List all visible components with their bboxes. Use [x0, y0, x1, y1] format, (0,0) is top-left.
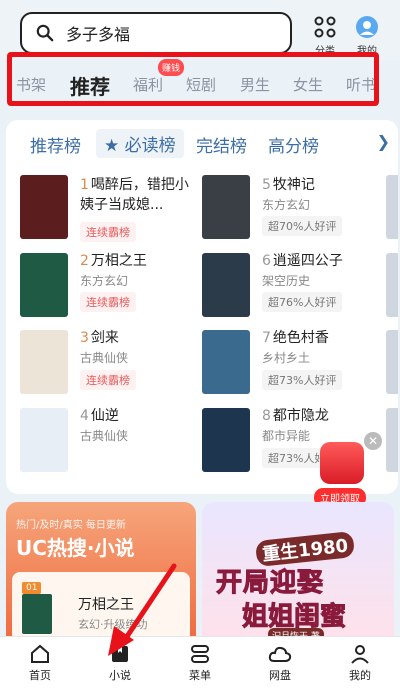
book-cover	[202, 175, 250, 239]
banner-title: UC热搜·小说	[16, 536, 135, 560]
book-category: 东方玄幻	[80, 274, 129, 288]
book-title: 仙逆	[90, 408, 119, 424]
menu-icon	[191, 645, 209, 663]
search-icon	[36, 24, 54, 42]
red-packet-promo[interactable]: ✕ 立即领取	[304, 432, 384, 512]
book-cover	[20, 175, 68, 239]
avatar-icon	[356, 16, 378, 38]
next-cover-peek	[386, 175, 398, 239]
book-title: 绝色村香	[272, 330, 329, 346]
subtab-must-read[interactable]: ★ 必读榜	[96, 129, 184, 158]
book-title: 喝醉后，错把小姨子当成媳...	[80, 177, 189, 213]
book-cover	[202, 253, 250, 317]
book-cover	[20, 408, 68, 472]
grid-icon	[314, 16, 336, 38]
next-cover-peek	[386, 408, 398, 472]
search-query: 多子多福	[66, 25, 131, 44]
promo-book-banner[interactable]: 重生1980 开局迎娶 姐姐闺蜜 汩月恢天 著	[202, 502, 394, 642]
red-envelope-icon	[320, 442, 364, 484]
book-cover	[202, 408, 250, 472]
book-title: 逍遥四公子	[272, 253, 343, 269]
book-cover	[20, 330, 68, 394]
highlight-box	[7, 52, 379, 106]
next-cover-peek	[386, 330, 398, 394]
banner-subtitle: 热门/及时/真实 每日更新	[16, 520, 126, 531]
book-category: 架空历史	[262, 274, 311, 288]
book-tag: 连续霸榜	[80, 292, 136, 312]
bottom-nav: 首页 小说 菜单 网盘 我的	[0, 636, 400, 688]
hot-rank-badge: 01	[22, 582, 42, 594]
book-category: 东方玄幻	[262, 198, 311, 212]
book-tag: 连续霸榜	[80, 222, 136, 242]
home-icon	[31, 644, 49, 663]
subtab-finished[interactable]: 完结榜	[196, 132, 247, 157]
book-category: 古典仙侠	[80, 351, 129, 365]
cloud-icon	[268, 646, 292, 662]
category-button[interactable]: 分类	[310, 16, 340, 57]
book-category: 古典仙侠	[80, 429, 129, 443]
book-cover	[20, 253, 68, 317]
ranking-subtabs: 推荐榜 ★ 必读榜 完结榜 高分榜 ❯	[6, 120, 398, 166]
book-tag: 超76%人好评	[262, 292, 343, 312]
book-tag: 超70%人好评	[262, 216, 343, 236]
book-title: 都市隐龙	[272, 408, 329, 424]
book-cover	[202, 330, 250, 394]
book-title: 万相之王	[90, 253, 147, 269]
banner-line-2: 开局迎娶	[215, 568, 325, 599]
chevron-right-icon[interactable]: ❯	[377, 132, 390, 151]
search-box[interactable]: 多子多福	[20, 12, 292, 54]
nav-home[interactable]: 首页	[10, 643, 70, 683]
subtab-high-score[interactable]: 高分榜	[268, 132, 319, 157]
nav-mine[interactable]: 我的	[330, 643, 390, 683]
hot-book-cover	[22, 594, 52, 634]
book-title: 牧神记	[272, 177, 315, 193]
book-category: 都市异能	[262, 429, 311, 443]
book-title: 剑来	[90, 330, 119, 346]
user-icon	[351, 645, 369, 664]
annotation-arrow	[108, 563, 177, 656]
nav-cloud[interactable]: 网盘	[250, 643, 310, 683]
book-category: 乡村乡土	[262, 351, 311, 365]
subtab-recommend-list[interactable]: 推荐榜	[30, 132, 81, 157]
mine-button[interactable]: 我的	[352, 16, 382, 57]
next-cover-peek	[386, 253, 398, 317]
close-icon[interactable]: ✕	[364, 432, 382, 450]
book-tag: 连续霸榜	[80, 370, 136, 390]
book-tag: 超73%人好评	[262, 370, 343, 390]
